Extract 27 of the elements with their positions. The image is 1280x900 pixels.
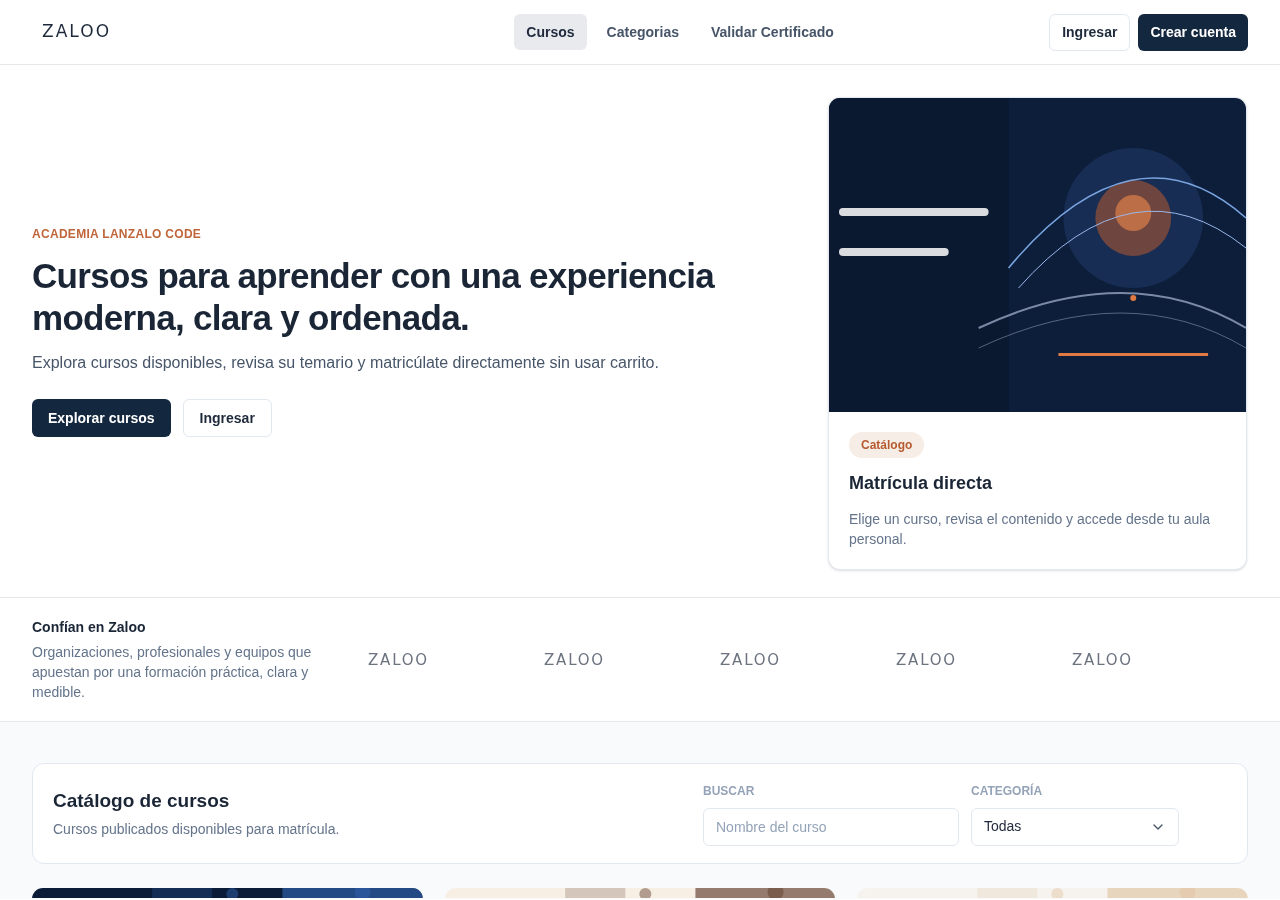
field-label: BUSCAR <box>703 782 756 800</box>
hero-title: Cursos para aprender con una experiencia moderna, clara y ordenada. <box>32 255 716 339</box>
nav-tab[interactable]: Categorias <box>594 14 691 50</box>
trust-title: Confían en Zaloo <box>32 618 147 637</box>
field-label: CATEGORÍA <box>971 782 1044 800</box>
logo[interactable]: ZALOO <box>42 19 112 45</box>
logo: ZALOO <box>1072 650 1133 669</box>
catalog-subtitle: Cursos publicados disponibles para matrícula. <box>53 820 341 840</box>
search-field[interactable]: Nombre del curso <box>703 807 959 846</box>
card-text: Elige un curso, revisa el contenido y accede desde tu aula personal. <box>849 510 1212 549</box>
login-button[interactable]: Ingresar <box>182 399 272 437</box>
explore-button[interactable]: Explorar cursos <box>32 399 171 437</box>
login-button[interactable]: Ingresar <box>1049 13 1131 51</box>
logo: ZALOO <box>368 650 429 669</box>
logo: ZALOO <box>896 650 957 669</box>
eyebrow-label: ACADEMIA LANZALO CODE <box>32 226 203 243</box>
category-select[interactable]: Todas <box>971 807 1179 846</box>
trust-text: Organizaciones, profesionales y equipos que apuestan por una formación práctica, clara y medible. <box>32 643 313 702</box>
nav-tab[interactable]: Cursos <box>514 14 587 50</box>
logo: ZALOO <box>720 650 781 669</box>
signup-button[interactable]: Crear cuenta <box>1138 13 1248 51</box>
category-badge: Catálogo <box>849 432 925 458</box>
card-title: Matrícula directa <box>849 472 994 495</box>
logo: ZALOO <box>544 650 605 669</box>
nav-tab[interactable]: Validar Certificado <box>698 14 846 50</box>
catalog-title: Catálogo de cursos <box>53 788 231 813</box>
hero-subtitle: Explora cursos disponibles, revisa su temario y matricúlate directamente sin usar carrito. <box>32 353 660 373</box>
